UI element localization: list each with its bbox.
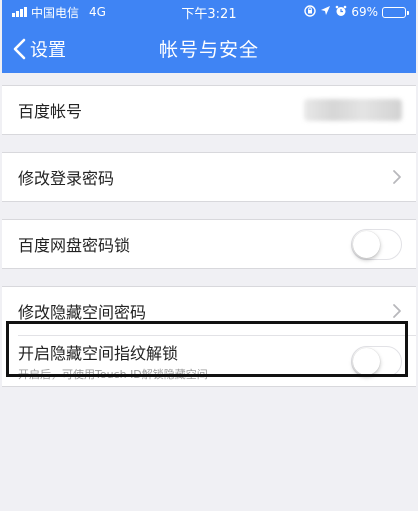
fingerprint-unlock-label: 开启隐藏空间指纹解锁: [18, 344, 179, 363]
account-group: 百度帐号: [2, 85, 416, 135]
screen-lock-icon: [304, 4, 317, 20]
phone-screen: 中国电信 4G 下午3:21 69% 设置 帐号与安全 百度帐号 修改登录密码 …: [2, 0, 416, 511]
toggle-knob: [353, 347, 380, 375]
netdisk-lock-row: 百度网盘密码锁: [2, 220, 416, 268]
header: 中国电信 4G 下午3:21 69% 设置 帐号与安全: [2, 0, 416, 73]
location-icon: [320, 5, 331, 19]
back-button[interactable]: 设置: [2, 36, 66, 62]
account-row[interactable]: 百度帐号: [2, 86, 416, 134]
change-login-password-row[interactable]: 修改登录密码: [2, 153, 416, 201]
change-login-password-label: 修改登录密码: [18, 169, 115, 188]
login-password-group: 修改登录密码: [2, 152, 416, 202]
battery-percent: 69%: [351, 5, 378, 19]
netdisk-lock-toggle[interactable]: [351, 228, 402, 260]
fingerprint-unlock-row: 开启隐藏空间指纹解锁 开启后，可使用Touch ID解锁隐藏空间: [2, 336, 416, 386]
account-label: 百度帐号: [18, 102, 83, 121]
alarm-icon: [335, 5, 347, 20]
change-hidden-password-label: 修改隐藏空间密码: [18, 303, 147, 322]
battery-icon: [382, 6, 409, 18]
account-value-blurred: [304, 99, 402, 121]
fingerprint-texts: 开启隐藏空间指纹解锁 开启后，可使用Touch ID解锁隐藏空间: [18, 340, 208, 382]
chevron-left-icon: [13, 38, 26, 59]
status-bar: 中国电信 4G 下午3:21 69%: [2, 0, 416, 24]
chevron-right-icon: [393, 170, 401, 184]
fingerprint-unlock-toggle[interactable]: [351, 345, 402, 377]
chevron-right-icon: [393, 304, 401, 318]
back-label: 设置: [30, 39, 66, 61]
netdisk-lock-group: 百度网盘密码锁: [2, 219, 416, 269]
nav-bar: 设置 帐号与安全: [2, 24, 416, 73]
change-hidden-password-row[interactable]: 修改隐藏空间密码: [2, 287, 416, 335]
hidden-space-group: 修改隐藏空间密码 开启隐藏空间指纹解锁 开启后，可使用Touch ID解锁隐藏空…: [2, 286, 416, 387]
toggle-knob: [353, 230, 380, 258]
fingerprint-unlock-subtitle: 开启后，可使用Touch ID解锁隐藏空间: [18, 368, 208, 381]
status-right: 69%: [304, 4, 409, 20]
netdisk-lock-label: 百度网盘密码锁: [18, 236, 131, 255]
